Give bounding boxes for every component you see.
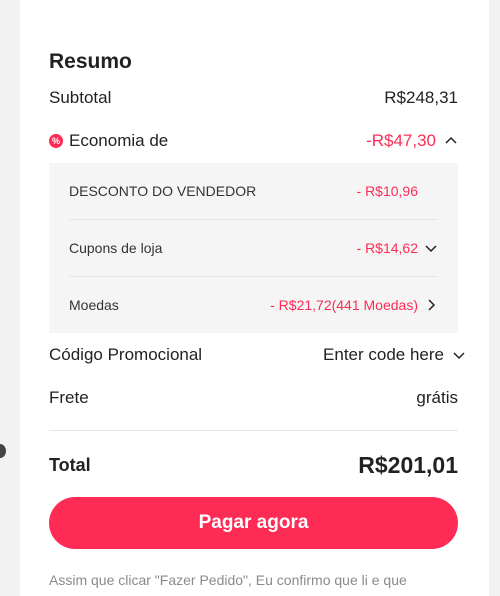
side-handle xyxy=(0,444,6,458)
subtotal-label: Subtotal xyxy=(49,88,112,107)
chevron-down-icon[interactable] xyxy=(452,348,466,362)
savings-value-group: -R$47,30 xyxy=(366,131,458,151)
discount-value-group: - R$10,96 xyxy=(357,183,418,199)
total-label: Total xyxy=(49,455,91,475)
discount-label: DESCONTO DO VENDEDOR xyxy=(69,183,257,199)
savings-label-group: % Economia de xyxy=(49,131,168,151)
discount-value: - R$14,62 xyxy=(356,240,418,256)
savings-value: -R$47,30 xyxy=(366,131,436,150)
discount-value-group: - R$14,62 xyxy=(357,240,438,256)
total-value: R$201,01 xyxy=(358,452,458,478)
discount-label: Moedas xyxy=(69,297,119,313)
subtotal-value: R$248,31 xyxy=(384,88,458,107)
promo-code-label: Código Promocional xyxy=(49,345,203,364)
discount-row-coupons[interactable]: Cupons de loja - R$14,62 xyxy=(69,220,438,276)
discount-value: - R$21,72(441 Moedas) xyxy=(270,297,418,313)
discount-row-coins[interactable]: Moedas - R$21,72(441 Moedas) xyxy=(69,277,438,333)
shipping-label: Frete xyxy=(49,388,89,407)
total-row: Total R$201,01 xyxy=(49,452,458,479)
shipping-value: grátis xyxy=(416,388,458,407)
savings-row[interactable]: % Economia de -R$47,30 xyxy=(49,131,458,151)
discount-row-seller: DESCONTO DO VENDEDOR - R$10,96 xyxy=(69,163,438,219)
pay-now-button[interactable]: Pagar agora xyxy=(49,497,458,549)
chevron-right-icon[interactable] xyxy=(424,298,438,312)
shipping-row: Frete grátis xyxy=(49,388,458,408)
discount-badge-icon: % xyxy=(49,134,63,148)
subtotal-row: Subtotal R$248,31 xyxy=(49,88,458,108)
discount-value-group: - R$21,72(441 Moedas) xyxy=(270,297,438,313)
chevron-down-icon[interactable] xyxy=(424,241,438,255)
chevron-up-icon[interactable] xyxy=(444,134,458,148)
savings-label: Economia de xyxy=(69,131,169,150)
promo-code-row[interactable]: Código Promocional Enter code here xyxy=(49,345,465,365)
discount-value: - R$10,96 xyxy=(356,183,418,199)
discount-breakdown: DESCONTO DO VENDEDOR - R$10,96 Cupons de… xyxy=(49,163,458,333)
terms-disclaimer: Assim que clicar "Fazer Pedido", Eu conf… xyxy=(49,572,407,588)
promo-code-placeholder[interactable]: Enter code here xyxy=(323,345,444,365)
promo-code-input-group[interactable]: Enter code here xyxy=(323,345,465,365)
summary-title: Resumo xyxy=(49,50,132,73)
discount-label: Cupons de loja xyxy=(69,240,163,256)
summary-card: Resumo Subtotal R$248,31 % Economia de -… xyxy=(20,0,489,596)
divider xyxy=(49,430,458,431)
